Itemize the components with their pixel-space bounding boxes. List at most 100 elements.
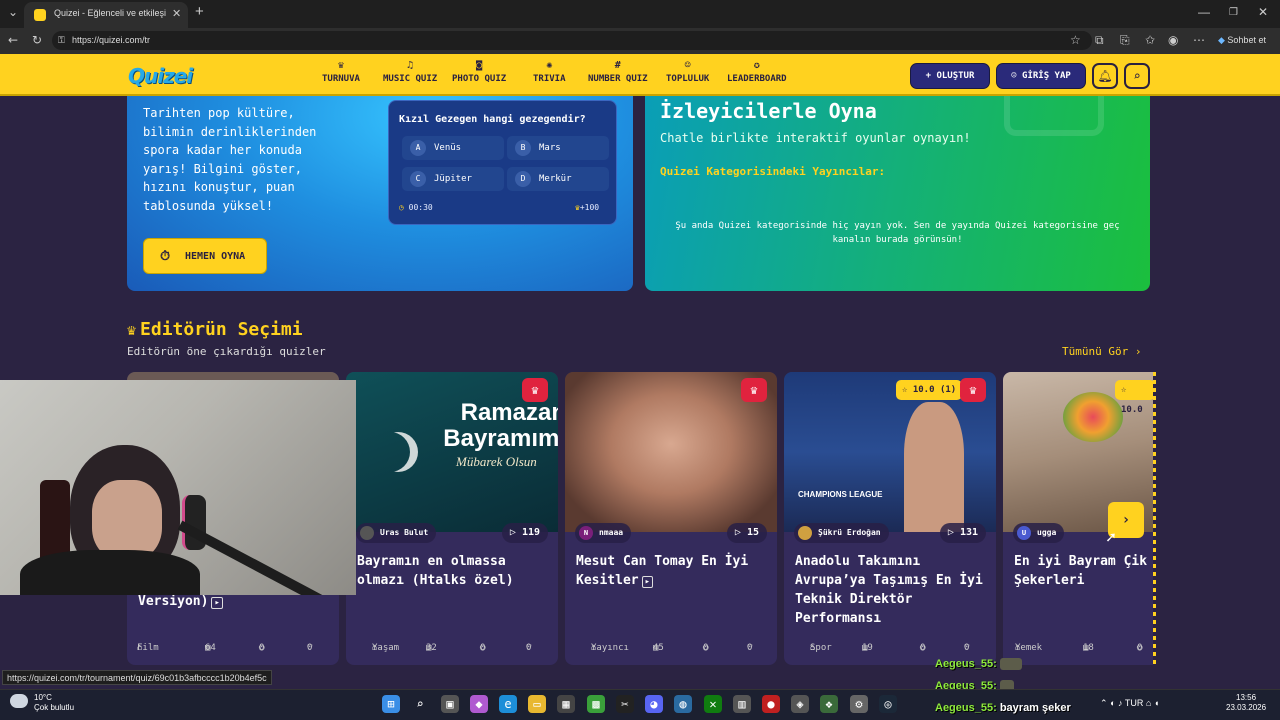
- copilot-button[interactable]: ◆ Sohbet et: [1218, 35, 1266, 46]
- browser-icon[interactable]: ◍: [674, 695, 692, 713]
- likes-count: 0: [964, 643, 970, 653]
- candy-bowl-image: [1063, 392, 1123, 442]
- comments-count: 0: [703, 643, 709, 653]
- users-icon: ☺: [684, 60, 691, 71]
- xbox-icon[interactable]: ✕: [704, 695, 722, 713]
- site-info-icon[interactable]: ⚿: [58, 36, 65, 46]
- favorites-icon[interactable]: ✩: [1145, 33, 1155, 47]
- option-d-text: Merkür: [539, 174, 572, 184]
- nav-music-quiz[interactable]: ♫ MUSIC QUIZ: [383, 60, 437, 84]
- option-d[interactable]: D Merkür: [507, 167, 609, 191]
- copilot-taskbar-icon[interactable]: ◆: [470, 695, 488, 713]
- steam-icon[interactable]: ◎: [879, 695, 897, 713]
- likes-count: 0: [526, 643, 532, 653]
- url-field[interactable]: [52, 31, 1092, 50]
- nav-leaderboard[interactable]: ✪ LEADERBOARD: [727, 60, 787, 84]
- rating-value: 10.0: [912, 385, 935, 395]
- nav-turnuva[interactable]: ♛ TURNUVA: [322, 60, 360, 84]
- app-icon[interactable]: ▥: [733, 695, 751, 713]
- tab-list-icon[interactable]: ⌄: [8, 5, 18, 19]
- rating-value: 10.0: [1121, 405, 1143, 415]
- create-button[interactable]: + OLUŞTUR: [910, 63, 990, 89]
- quiz-author[interactable]: Şükrü Erdoğan: [794, 523, 889, 543]
- quiz-card[interactable]: CHAMPIONS LEAGUE ☆ 10.0 (1) ♛ Şükrü Erdo…: [784, 372, 996, 665]
- play-now-button[interactable]: ⏱ HEMEN OYNA: [143, 238, 267, 274]
- thumbnail-text: CHAMPIONS LEAGUE: [798, 490, 883, 499]
- bell-icon[interactable]: 🔔︎: [1092, 63, 1118, 89]
- obs-icon[interactable]: ●: [762, 695, 780, 713]
- back-icon[interactable]: ←: [8, 33, 18, 47]
- streamers-heading: Quizei Kategorisindeki Yayıncılar:: [660, 165, 886, 178]
- favorite-star-icon[interactable]: ☆: [1070, 33, 1081, 47]
- discord-icon[interactable]: ◕: [645, 695, 663, 713]
- nav-number-quiz[interactable]: # NUMBER QUIZ: [588, 60, 648, 84]
- close-window-icon[interactable]: ✕: [1258, 5, 1268, 19]
- section-title-text: Editörün Seçimi: [140, 319, 303, 340]
- sample-question: Kızıl Gezegen hangi gezegendir?: [399, 114, 586, 125]
- copilot-icon: ◆: [1218, 35, 1228, 45]
- streamer-face: [92, 480, 162, 560]
- windows-taskbar: [0, 689, 1280, 720]
- comments-count: 0: [480, 643, 486, 653]
- split-screen-icon[interactable]: ⎘: [1120, 33, 1130, 48]
- extensions-icon[interactable]: ⧉: [1095, 33, 1104, 48]
- minecraft-icon[interactable]: ▩: [587, 695, 605, 713]
- search-icon[interactable]: ⌕: [1124, 63, 1150, 89]
- author-name: Uras Bulut: [380, 528, 429, 537]
- start-icon[interactable]: ⊞: [382, 695, 400, 713]
- user-icon: ☺: [1011, 71, 1023, 81]
- quiz-author[interactable]: Uras Bulut: [356, 523, 437, 543]
- quiz-card[interactable]: ♛ Nnmaaa ▷ 15 Mesut Can Tomay En İyi Kes…: [565, 372, 777, 665]
- questions-count: 45: [653, 643, 664, 653]
- maximize-icon[interactable]: ❐: [1229, 7, 1238, 18]
- medal-icon: ✪: [753, 60, 760, 71]
- rating-badge: ☆ 10.0 (1): [896, 380, 963, 400]
- clock-date: 23.03.2026: [1226, 703, 1267, 712]
- edge-icon[interactable]: e: [499, 695, 517, 713]
- nav-photo-quiz[interactable]: ◙ PHOTO QUIZ: [452, 60, 506, 84]
- quiz-title: Anadolu Takımını Avrupa’ya Taşımış En İy…: [795, 554, 983, 626]
- close-tab-icon[interactable]: ✕: [172, 7, 181, 20]
- task-view-icon[interactable]: ▣: [441, 695, 459, 713]
- quiz-author[interactable]: Uugga: [1013, 523, 1065, 543]
- option-c[interactable]: C Jüpiter: [402, 167, 504, 191]
- more-menu-icon[interactable]: ⋯: [1193, 33, 1205, 47]
- webcam-overlay: [0, 380, 356, 595]
- site-logo[interactable]: Quizei: [128, 64, 193, 88]
- capcut-icon[interactable]: ✂: [616, 695, 634, 713]
- new-tab-icon[interactable]: +: [195, 3, 204, 20]
- nav-topluluk[interactable]: ☺ TOPLULUK: [666, 60, 709, 84]
- minimize-icon[interactable]: —: [1198, 5, 1210, 19]
- play-icon: ▷: [947, 527, 960, 538]
- search-taskbar-icon[interactable]: ⌕: [411, 695, 429, 713]
- shield-icon[interactable]: ◈: [791, 695, 809, 713]
- system-tray[interactable]: ⌃ ◐ ♪ TUR ⌂ ◖: [1100, 698, 1159, 709]
- clock[interactable]: 13:56 23.03.2026: [1226, 693, 1266, 713]
- login-button[interactable]: ☺ GİRİŞ YAP: [996, 63, 1086, 89]
- thumbnail-text: Ramazan Bayramımı: [443, 399, 558, 452]
- weather-desc: Çok bulutlu: [34, 703, 75, 712]
- option-a[interactable]: A Venüs: [402, 136, 504, 160]
- refresh-icon[interactable]: ↻: [32, 33, 42, 47]
- quiz-author[interactable]: Nnmaaa: [575, 523, 632, 543]
- browser-tab[interactable]: Quizei - Eğlenceli ve etkileşimli qu ✕: [24, 2, 188, 28]
- star-icon: ☆: [902, 385, 913, 395]
- author-name: Şükrü Erdoğan: [818, 528, 881, 537]
- weather-text: 10°C Çok bulutlu: [34, 693, 74, 713]
- profile-avatar-icon[interactable]: ◉: [1168, 33, 1178, 47]
- chevron-right-icon: ›: [1128, 345, 1142, 358]
- store-icon[interactable]: ▦: [557, 695, 575, 713]
- questions-count: 18: [1083, 643, 1094, 653]
- settings-icon[interactable]: ⚙: [850, 695, 868, 713]
- question-points: ♛+100: [575, 203, 599, 212]
- option-b-letter: B: [515, 140, 531, 156]
- quiz-title-text: En iyi Bayram Çik ve Şekerleri: [1014, 554, 1155, 588]
- nav-trivia[interactable]: ✺ TRIVIA: [533, 60, 566, 84]
- option-b[interactable]: B Mars: [507, 136, 609, 160]
- questions-count: 64: [205, 643, 216, 653]
- app2-icon[interactable]: ❖: [820, 695, 838, 713]
- quiz-card[interactable]: Ramazan Bayramımı Mübarek Olsun ♛ Uras B…: [346, 372, 558, 665]
- category-label: Yaşam: [372, 643, 400, 653]
- see-all-link[interactable]: Tümünü Gör ›: [1062, 345, 1141, 358]
- folder-icon[interactable]: ▭: [528, 695, 546, 713]
